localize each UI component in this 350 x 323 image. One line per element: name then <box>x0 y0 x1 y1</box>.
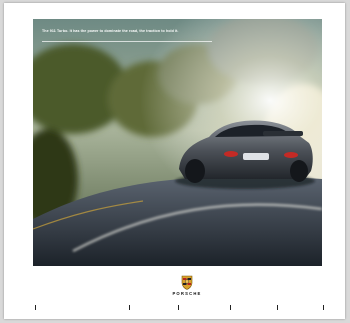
footer-mark-4 <box>229 305 231 311</box>
photo-caption: The 911 Turbo. It has the power to domin… <box>42 29 272 36</box>
caption-divider <box>42 41 212 42</box>
footer-mark-2 <box>128 305 130 311</box>
car-on-road-image <box>33 19 322 266</box>
footer-mark-1 <box>34 305 36 311</box>
footer-mark-5 <box>276 305 278 311</box>
brand-wordmark: PORSCHE <box>172 291 202 296</box>
brand-logo: PORSCHE <box>167 275 207 303</box>
footer-mark-6 <box>322 305 324 311</box>
hero-photo: The 911 Turbo. It has the power to domin… <box>33 19 322 266</box>
headline-text: The 911 Turbo. It has the power to domin… <box>42 29 179 33</box>
document-page: The 911 Turbo. It has the power to domin… <box>4 3 345 319</box>
footer-mark-3 <box>177 305 179 311</box>
porsche-crest-icon <box>181 275 193 290</box>
